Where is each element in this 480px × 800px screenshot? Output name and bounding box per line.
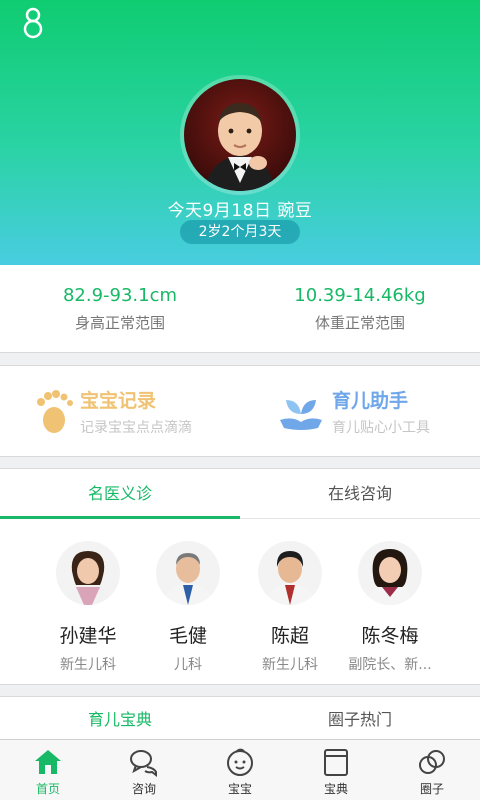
footprint-icon bbox=[37, 390, 73, 433]
nav-circle[interactable]: 圈子 bbox=[384, 746, 480, 797]
baby-header: 今天9月18日 豌豆 2岁2个月3天 bbox=[0, 0, 480, 265]
nav-consult-label: 咨询 bbox=[131, 782, 156, 796]
baby-record-subtitle: 记录宝宝点点滴滴 bbox=[80, 420, 192, 436]
nav-home-label: 首页 bbox=[35, 782, 60, 796]
tab-famous-doctors[interactable]: 名医义诊 bbox=[0, 469, 240, 519]
nav-guide[interactable]: 宝典 bbox=[288, 746, 384, 797]
doctor-department: 副院长、新... bbox=[348, 657, 432, 673]
doctor-card[interactable]: 陈超 新生儿科 bbox=[240, 541, 340, 674]
parenting-helper-button[interactable]: 育儿助手 育儿贴心小工具 bbox=[278, 386, 468, 440]
chat-icon bbox=[130, 750, 157, 777]
weight-stat[interactable]: 10.39-14.46kg 体重正常范围 bbox=[240, 285, 480, 333]
nav-circle-label: 圈子 bbox=[419, 782, 444, 796]
growth-stats: 82.9-93.1cm 身高正常范围 10.39-14.46kg 体重正常范围 bbox=[0, 265, 480, 353]
weight-label: 体重正常范围 bbox=[314, 314, 405, 332]
doctor-card[interactable]: 毛健 儿科 bbox=[138, 541, 238, 674]
nav-home[interactable]: 首页 bbox=[0, 746, 96, 797]
age-badge: 2岁2个月3天 bbox=[180, 220, 300, 244]
doctor-department: 新生儿科 bbox=[262, 657, 318, 673]
nav-guide-label: 宝典 bbox=[323, 782, 348, 796]
bottom-navigation: 首页 咨询 宝宝 宝典 圈子 bbox=[0, 739, 480, 800]
doctor-department: 新生儿科 bbox=[60, 657, 116, 673]
parenting-helper-title: 育儿助手 bbox=[332, 390, 409, 412]
tools-panel: 宝宝记录 记录宝宝点点滴滴 育儿助手 育儿贴心小工具 bbox=[0, 365, 480, 457]
date-and-baby-name: 今天9月18日 豌豆 bbox=[167, 201, 313, 221]
tab-parenting-guide[interactable]: 育儿宝典 bbox=[0, 697, 240, 740]
baby-face-icon bbox=[227, 748, 253, 776]
book-icon bbox=[324, 749, 348, 776]
tab-circle-hot[interactable]: 圈子热门 bbox=[240, 697, 480, 740]
baby-record-button[interactable]: 宝宝记录 记录宝宝点点滴滴 bbox=[34, 386, 234, 440]
doctor-name: 孙建华 bbox=[59, 625, 117, 647]
gender-icon[interactable] bbox=[16, 6, 50, 40]
doctor-name: 陈冬梅 bbox=[361, 625, 419, 647]
tab-online-consult[interactable]: 在线咨询 bbox=[240, 469, 480, 519]
weight-range: 10.39-14.46kg bbox=[294, 285, 426, 306]
doctor-department: 儿科 bbox=[174, 657, 202, 673]
nav-consult[interactable]: 咨询 bbox=[96, 746, 192, 797]
nav-baby[interactable]: 宝宝 bbox=[192, 746, 288, 797]
baby-photo bbox=[184, 79, 296, 191]
baby-record-title: 宝宝记录 bbox=[80, 390, 157, 412]
baby-avatar[interactable] bbox=[180, 75, 300, 195]
doctor-photo bbox=[156, 541, 220, 605]
circles-icon bbox=[419, 750, 445, 774]
parenting-helper-subtitle: 育儿贴心小工具 bbox=[332, 420, 430, 436]
home-icon bbox=[35, 750, 61, 774]
doctor-name: 陈超 bbox=[270, 625, 309, 647]
doctor-card[interactable]: 孙建华 新生儿科 bbox=[38, 541, 138, 674]
doctor-tabs: 名医义诊 在线咨询 bbox=[0, 469, 480, 519]
leaf-hand-icon bbox=[280, 400, 322, 430]
doctor-section: 名医义诊 在线咨询 孙建华 新生儿科 毛健 儿科 陈超 新生儿科 陈冬梅 副院长… bbox=[0, 468, 480, 685]
height-label: 身高正常范围 bbox=[74, 314, 165, 332]
height-stat[interactable]: 82.9-93.1cm 身高正常范围 bbox=[0, 285, 240, 333]
doctor-card[interactable]: 陈冬梅 副院长、新... bbox=[340, 541, 440, 674]
nav-baby-label: 宝宝 bbox=[227, 782, 252, 796]
content-tabs: 育儿宝典 圈子热门 bbox=[0, 696, 480, 739]
active-tab-indicator bbox=[0, 516, 240, 519]
doctor-photo bbox=[56, 541, 120, 605]
doctor-name: 毛健 bbox=[168, 625, 207, 647]
doctor-photo bbox=[258, 541, 322, 605]
height-range: 82.9-93.1cm bbox=[62, 285, 178, 306]
doctor-photo bbox=[358, 541, 422, 605]
